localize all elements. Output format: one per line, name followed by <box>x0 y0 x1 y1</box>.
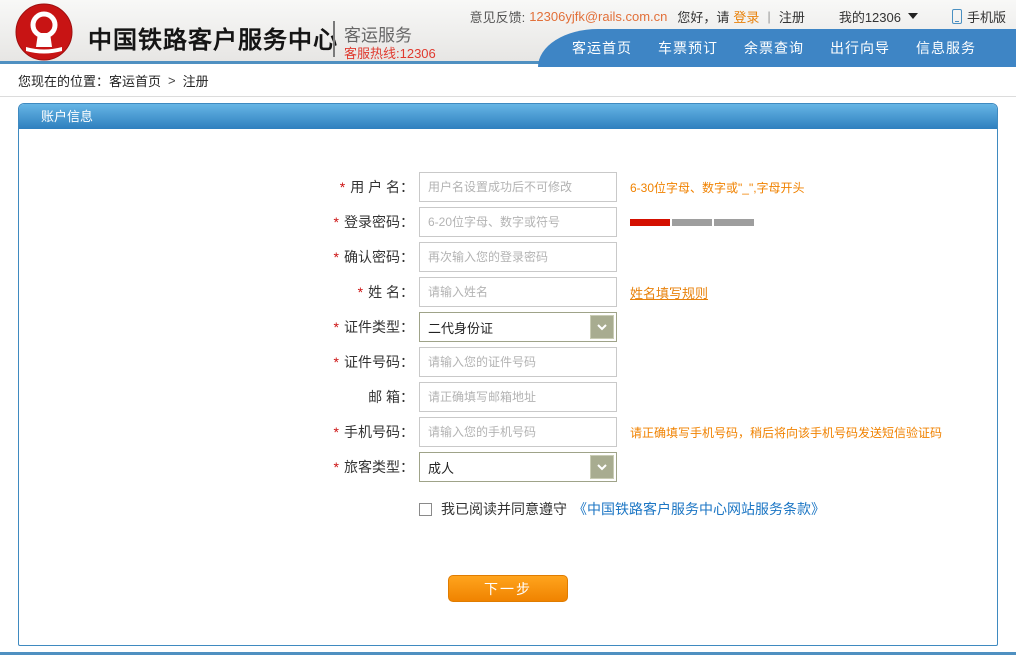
title-divider <box>333 21 335 57</box>
required-marker: * <box>334 319 339 335</box>
username-row: * 用 户 名： 6-30位字母、数字或"_",字母开头 <box>234 172 997 202</box>
chevron-down-icon[interactable] <box>590 455 614 479</box>
terms-link[interactable]: 《中国铁路客户服务中心网站服务条款》 <box>573 499 825 519</box>
site-title: 中国铁路客户服务中心 <box>88 20 338 55</box>
hotline-text: 客服热线:12306 <box>344 43 436 62</box>
nav-item-home[interactable]: 客运首页 <box>572 38 632 58</box>
passenger-type-value: 成人 <box>428 458 454 477</box>
required-marker: * <box>334 424 339 440</box>
password-label: * 登录密码： <box>234 212 414 232</box>
china-railway-logo-icon[interactable] <box>14 3 74 61</box>
breadcrumb-home-link[interactable]: 客运首页 <box>109 71 161 90</box>
phone-row: * 手机号码： 请正确填写手机号码，稍后将向该手机号码发送短信验证码 <box>234 417 997 447</box>
id-number-input[interactable] <box>419 347 617 377</box>
my-12306-menu[interactable]: 我的12306 <box>839 7 918 26</box>
mobile-phone-icon <box>952 9 962 24</box>
phone-input[interactable] <box>419 417 617 447</box>
required-marker: * <box>334 354 339 370</box>
agreement-row: 我已阅读并同意遵守 《中国铁路客户服务中心网站服务条款》 <box>419 499 997 519</box>
terms-checkbox[interactable] <box>419 503 432 516</box>
nav-item-remaining-tickets[interactable]: 余票查询 <box>744 38 804 58</box>
submit-area: 下一步 <box>19 575 997 602</box>
strength-segment <box>630 219 670 226</box>
passenger-type-select[interactable]: 成人 <box>419 452 617 482</box>
header: 中国铁路客户服务中心 客运服务 客服热线:12306 意见反馈: 12306yj… <box>0 0 1016 64</box>
required-marker: * <box>334 214 339 230</box>
name-label: * 姓 名： <box>234 282 414 302</box>
account-info-panel: 账户信息 * 用 户 名： 6-30位字母、数字或"_",字母开头 * 登录密码… <box>18 103 998 646</box>
chevron-down-icon <box>908 13 918 19</box>
password-input[interactable] <box>419 207 617 237</box>
id-type-label: * 证件类型： <box>234 317 414 337</box>
breadcrumb-prefix: 您现在的位置： <box>18 71 109 90</box>
required-marker: * <box>358 284 363 300</box>
password-row: * 登录密码： <box>234 207 997 237</box>
id-number-label: * 证件号码： <box>234 352 414 372</box>
topbar: 意见反馈: 12306yjfk@rails.com.cn 您好，请 登录 | 注… <box>470 7 1006 25</box>
nav-item-travel-guide[interactable]: 出行向导 <box>830 38 890 58</box>
id-type-select[interactable]: 二代身份证 <box>419 312 617 342</box>
username-hint: 6-30位字母、数字或"_",字母开头 <box>630 179 805 196</box>
name-row: * 姓 名： 姓名填写规则 <box>234 277 997 307</box>
login-link[interactable]: 登录 <box>733 7 759 26</box>
strength-segment <box>672 219 712 226</box>
feedback-label: 意见反馈: <box>470 7 526 26</box>
my-12306-label: 我的12306 <box>839 7 901 26</box>
feedback-email-link[interactable]: 12306yjfk@rails.com.cn <box>529 9 667 24</box>
breadcrumb-current: 注册 <box>183 71 209 90</box>
main-nav: 客运首页 车票预订 余票查询 出行向导 信息服务 <box>538 29 1016 67</box>
id-type-row: * 证件类型： 二代身份证 <box>234 312 997 342</box>
breadcrumb: 您现在的位置： 客运首页 > 注册 <box>0 64 1016 97</box>
link-divider: | <box>767 9 770 24</box>
agreement-text: 我已阅读并同意遵守 <box>441 499 567 519</box>
required-marker: * <box>340 179 345 195</box>
nav-item-booking[interactable]: 车票预订 <box>658 38 718 58</box>
phone-label: * 手机号码： <box>234 422 414 442</box>
chevron-down-icon[interactable] <box>590 315 614 339</box>
username-input[interactable] <box>419 172 617 202</box>
next-step-button[interactable]: 下一步 <box>448 575 568 602</box>
email-input[interactable] <box>419 382 617 412</box>
confirm-password-label: * 确认密码： <box>234 247 414 267</box>
mobile-version-label: 手机版 <box>967 7 1006 26</box>
id-type-value: 二代身份证 <box>428 318 493 337</box>
panel-title: 账户信息 <box>19 104 997 129</box>
greeting-text: 您好，请 <box>677 7 729 26</box>
breadcrumb-separator: > <box>168 73 176 88</box>
username-label: * 用 户 名： <box>234 177 414 197</box>
required-marker: * <box>334 459 339 475</box>
password-strength-meter <box>630 219 754 226</box>
strength-segment <box>714 219 754 226</box>
footer-divider <box>0 652 1016 655</box>
confirm-password-row: * 确认密码： <box>234 242 997 272</box>
name-input[interactable] <box>419 277 617 307</box>
registration-form: * 用 户 名： 6-30位字母、数字或"_",字母开头 * 登录密码： * <box>19 129 997 602</box>
required-marker: * <box>334 249 339 265</box>
confirm-password-input[interactable] <box>419 242 617 272</box>
passenger-type-row: * 旅客类型： 成人 <box>234 452 997 482</box>
email-label: 邮 箱： <box>234 387 414 407</box>
passenger-type-label: * 旅客类型： <box>234 457 414 477</box>
email-row: 邮 箱： <box>234 382 997 412</box>
mobile-version-link[interactable]: 手机版 <box>952 7 1006 26</box>
phone-hint: 请正确填写手机号码，稍后将向该手机号码发送短信验证码 <box>630 424 942 441</box>
register-link[interactable]: 注册 <box>779 7 805 26</box>
id-number-row: * 证件号码： <box>234 347 997 377</box>
nav-item-information[interactable]: 信息服务 <box>916 38 976 58</box>
name-rules-link[interactable]: 姓名填写规则 <box>630 283 708 302</box>
